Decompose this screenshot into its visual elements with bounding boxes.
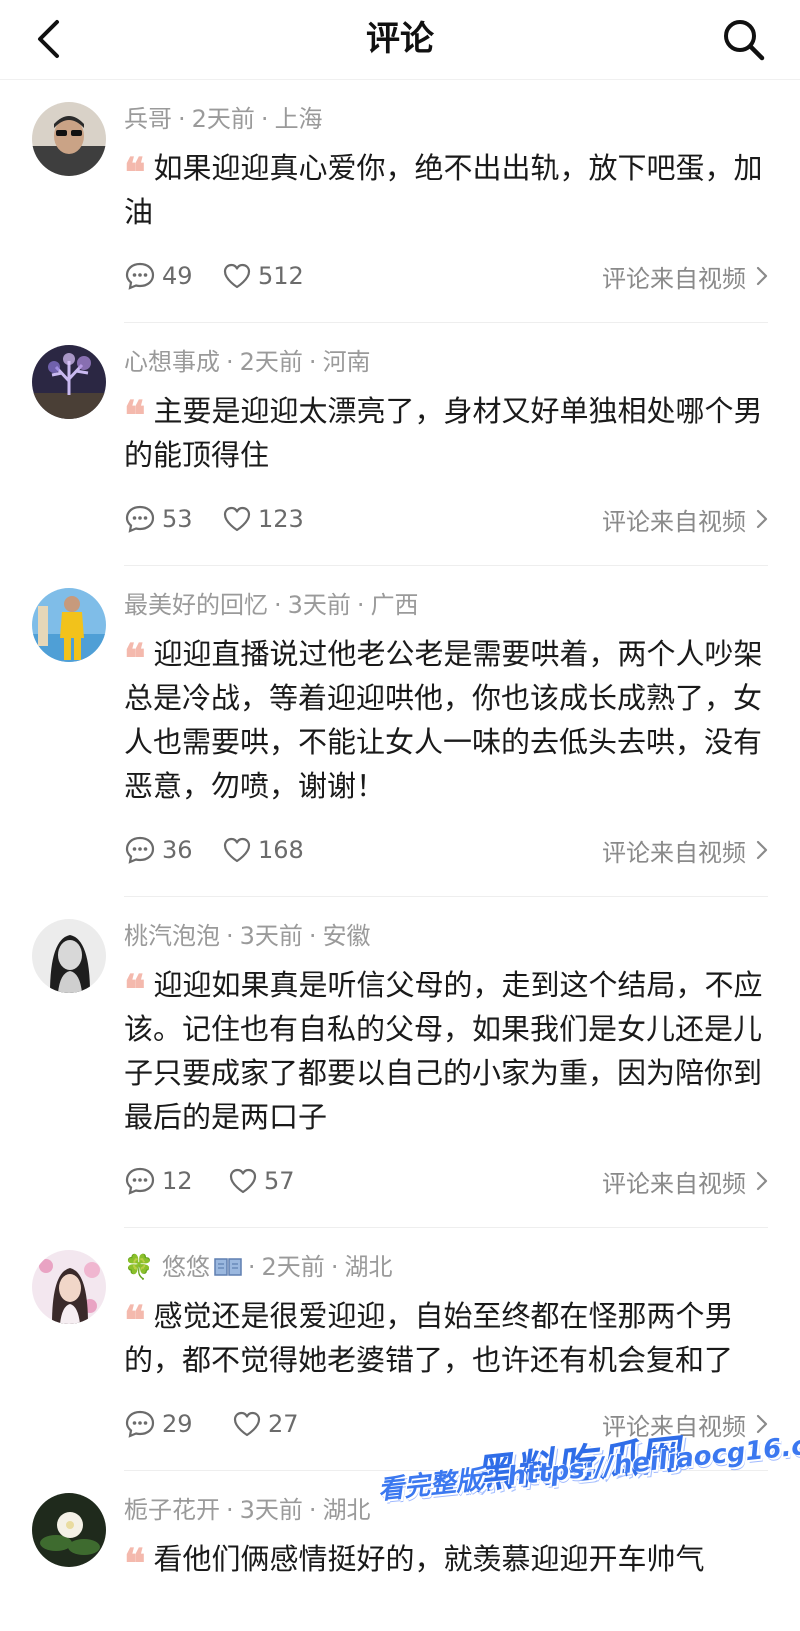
reply-count: 36 <box>162 836 193 864</box>
comment-bubble-icon <box>125 836 155 864</box>
heart-icon <box>229 1168 257 1194</box>
open-book-icon <box>214 1258 242 1276</box>
avatar[interactable] <box>32 919 106 993</box>
username[interactable]: 最美好的回忆 <box>124 591 268 619</box>
search-icon <box>724 20 765 61</box>
avatar[interactable] <box>32 1250 106 1324</box>
reply-count: 29 <box>162 1410 193 1438</box>
heart-icon <box>223 263 251 289</box>
comment-list: 兵哥 · 2天前 · 上海 ❝ 如果迎迎真心爱你，绝不出出轨，放下吧蛋，加油 49 512… <box>0 80 800 1587</box>
comment-actions: 49 512 评论来自视频 <box>124 256 768 296</box>
comment-meta: 🍀 悠悠 · 2天前 · 湖北 <box>124 1250 768 1284</box>
reply-count: 49 <box>162 262 193 290</box>
comment-item: 心想事成 · 2天前 · 河南 ❝ 主要是迎迎太漂亮了，身材又好单独相处哪个男的能顶得住 … <box>0 323 800 566</box>
top-bar: 评论 <box>0 0 800 80</box>
reply-button[interactable]: 29 <box>124 1404 193 1444</box>
comment-text: ❝ 迎迎直播说过他老公老是需要哄着，两个人吵架总是冷战，等着迎迎哄他，你也该成长成… <box>124 635 763 803</box>
reply-button[interactable]: 12 <box>124 1161 193 1201</box>
like-count: 27 <box>268 1410 299 1438</box>
chevron-right-icon <box>756 840 768 860</box>
comment-time: 2天前 <box>239 348 303 376</box>
like-count: 123 <box>258 505 304 533</box>
comment-text: ❝ 感觉还是很爱迎迎，自始至终都在怪那两个男的，都不觉得她老婆错了，也许还有机会复… <box>124 1297 734 1377</box>
chevron-right-icon <box>756 509 768 529</box>
heart-icon <box>223 506 251 532</box>
quote-icon: ❝ <box>124 392 145 439</box>
source-link[interactable]: 评论来自视频 <box>602 499 768 539</box>
username[interactable]: 兵哥 <box>124 105 172 133</box>
avatar[interactable] <box>32 588 106 662</box>
comment-location: 湖北 <box>322 1496 371 1524</box>
comment-time: 3天前 <box>239 922 303 950</box>
clover-icon: 🍀 <box>124 1253 154 1281</box>
chevron-right-icon <box>756 1171 768 1191</box>
like-button[interactable]: 512 <box>222 256 304 296</box>
avatar[interactable] <box>32 1493 106 1567</box>
reply-count: 12 <box>162 1167 193 1195</box>
comment-location: 河南 <box>322 348 371 376</box>
like-button[interactable]: 57 <box>228 1161 295 1201</box>
comment-actions: 12 57 评论来自视频 <box>124 1161 768 1201</box>
reply-button[interactable]: 36 <box>124 830 193 870</box>
like-button[interactable]: 168 <box>222 830 304 870</box>
source-link[interactable]: 评论来自视频 <box>602 830 768 870</box>
quote-icon: ❝ <box>124 1540 145 1587</box>
like-button[interactable]: 27 <box>232 1404 299 1444</box>
comment-actions: 36 168 评论来自视频 <box>124 830 768 870</box>
comment-meta: 心想事成 · 2天前 · 河南 <box>124 348 371 376</box>
reply-button[interactable]: 49 <box>124 256 193 296</box>
comment-actions: 53 123 评论来自视频 <box>124 499 768 539</box>
comment-bubble-icon <box>125 262 155 290</box>
comment-location: 广西 <box>370 591 419 619</box>
comment-bubble-icon <box>125 1410 155 1438</box>
comment-meta: 兵哥 · 2天前 · 上海 <box>124 105 323 133</box>
comment-time: 2天前 <box>261 1253 325 1281</box>
comment-location: 安徽 <box>322 922 371 950</box>
heart-icon <box>233 1411 261 1437</box>
quote-icon: ❝ <box>124 635 145 682</box>
comment-item: 桃汽泡泡 · 3天前 · 安徽 ❝ 迎迎如果真是听信父母的，走到这个结局，不应该。记住也有… <box>0 897 800 1228</box>
reply-count: 53 <box>162 505 193 533</box>
like-button[interactable]: 123 <box>222 499 304 539</box>
comment-time: 3天前 <box>239 1496 303 1524</box>
username[interactable]: 悠悠 <box>162 1253 210 1281</box>
source-link[interactable]: 评论来自视频 <box>602 1161 768 1201</box>
comment-bubble-icon <box>125 505 155 533</box>
comment-item: 🍀 悠悠 · 2天前 · 湖北 ❝ 感觉还是很爱迎迎，自始至终都在怪那两个男的，都不觉得她老… <box>0 1228 800 1471</box>
comment-text: ❝ 看他们俩感情挺好的，就羡慕迎迎开车帅气 <box>124 1540 705 1587</box>
like-count: 168 <box>258 836 304 864</box>
username[interactable]: 心想事成 <box>124 348 220 376</box>
comment-text: ❝ 主要是迎迎太漂亮了，身材又好单独相处哪个男的能顶得住 <box>124 392 763 472</box>
comment-item: 兵哥 · 2天前 · 上海 ❝ 如果迎迎真心爱你，绝不出出轨，放下吧蛋，加油 49 512… <box>0 80 800 323</box>
like-count: 57 <box>264 1167 295 1195</box>
heart-icon <box>223 837 251 863</box>
username[interactable]: 栀子花开 <box>124 1496 220 1524</box>
comment-location: 上海 <box>274 105 323 133</box>
avatar[interactable] <box>32 345 106 419</box>
chevron-right-icon <box>756 266 768 286</box>
comment-meta: 最美好的回忆 · 3天前 · 广西 <box>124 591 419 619</box>
comment-text: ❝ 如果迎迎真心爱你，绝不出出轨，放下吧蛋，加油 <box>124 149 763 229</box>
comment-item: 最美好的回忆 · 3天前 · 广西 ❝ 迎迎直播说过他老公老是需要哄着，两个人吵架总是冷战… <box>0 566 800 897</box>
comment-bubble-icon <box>125 1167 155 1195</box>
like-count: 512 <box>258 262 304 290</box>
page-title: 评论 <box>366 19 434 59</box>
quote-icon: ❝ <box>124 966 145 1013</box>
reply-button[interactable]: 53 <box>124 499 193 539</box>
comment-time: 2天前 <box>191 105 255 133</box>
quote-icon: ❝ <box>124 1297 145 1344</box>
username[interactable]: 桃汽泡泡 <box>124 922 220 950</box>
source-link[interactable]: 评论来自视频 <box>602 256 768 296</box>
comment-meta: 桃汽泡泡 · 3天前 · 安徽 <box>124 922 371 950</box>
avatar[interactable] <box>32 102 106 176</box>
quote-icon: ❝ <box>124 149 145 196</box>
comment-time: 3天前 <box>287 591 351 619</box>
search-button[interactable] <box>718 14 770 66</box>
comment-location: 湖北 <box>344 1253 393 1281</box>
comment-text: ❝ 迎迎如果真是听信父母的，走到这个结局，不应该。记住也有自私的父母，如果我们是女… <box>124 966 763 1134</box>
